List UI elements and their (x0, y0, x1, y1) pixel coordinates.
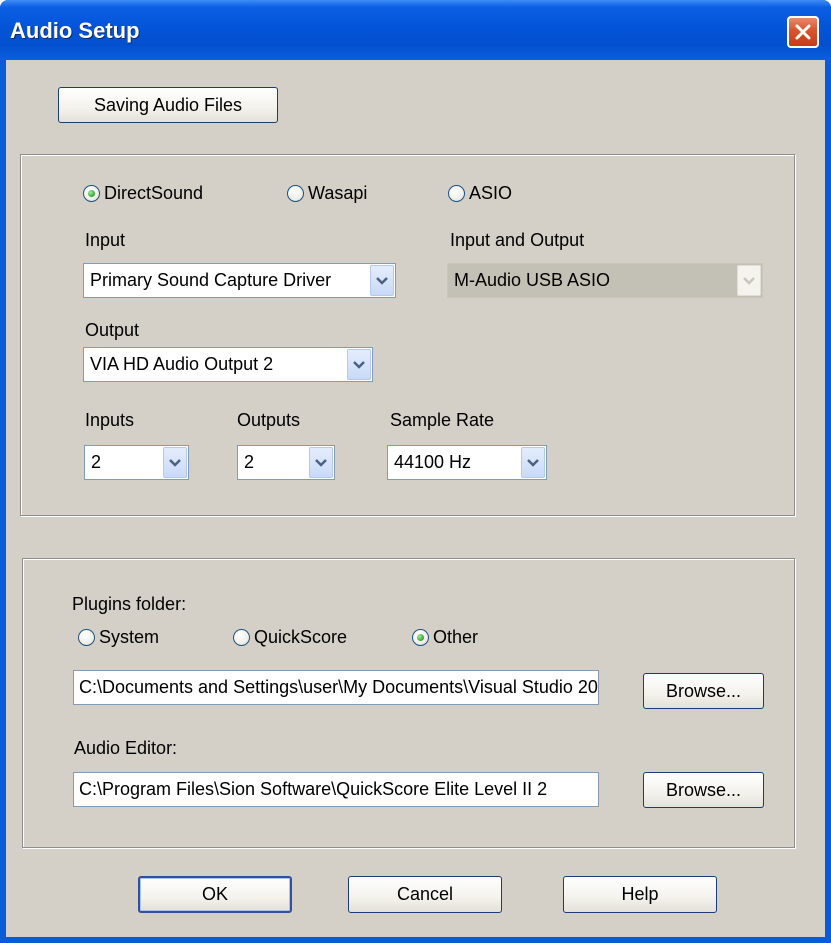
plugins-folder-label: Plugins folder: (72, 594, 187, 614)
radio-label: QuickScore (254, 627, 348, 647)
outputs-select[interactable]: 2 (237, 445, 335, 480)
radio-directsound[interactable]: DirectSound (83, 183, 203, 204)
close-icon (795, 24, 811, 40)
chevron-down-icon[interactable] (737, 265, 761, 296)
audio-editor-browse-button[interactable]: Browse... (643, 772, 764, 808)
radio-indicator (412, 629, 429, 646)
sample-rate-select[interactable]: 44100 Hz (387, 445, 547, 480)
input-select-value: Primary Sound Capture Driver (90, 270, 332, 290)
radio-indicator (448, 185, 465, 202)
dialog-body: Saving Audio Files DirectSound Wasapi AS… (6, 60, 825, 937)
inputs-select-value: 2 (91, 452, 102, 472)
radio-system[interactable]: System (78, 627, 159, 648)
radio-indicator (287, 185, 304, 202)
cancel-button[interactable]: Cancel (348, 876, 502, 913)
sample-rate-label: Sample Rate (390, 410, 495, 430)
radio-label: Other (433, 627, 479, 647)
chevron-down-icon[interactable] (521, 447, 545, 478)
output-label: Output (85, 320, 140, 340)
radio-other[interactable]: Other (412, 627, 478, 648)
input-select[interactable]: Primary Sound Capture Driver (83, 263, 396, 298)
radio-label: System (99, 627, 160, 647)
radio-label: Wasapi (308, 183, 368, 203)
radio-quickscore[interactable]: QuickScore (233, 627, 347, 648)
sample-rate-select-value: 44100 Hz (394, 452, 472, 472)
inputs-select[interactable]: 2 (84, 445, 189, 480)
audio-editor-label: Audio Editor: (74, 738, 178, 758)
chevron-down-icon[interactable] (370, 265, 394, 296)
io-label: Input and Output (450, 230, 585, 250)
outputs-select-value: 2 (244, 452, 255, 472)
title-bar[interactable]: Audio Setup (0, 0, 831, 60)
output-select[interactable]: VIA HD Audio Output 2 (83, 347, 373, 382)
saving-audio-files-button[interactable]: Saving Audio Files (58, 87, 278, 123)
audio-setup-window: Audio Setup Saving Audio Files DirectSou… (0, 0, 831, 943)
ok-button[interactable]: OK (138, 876, 292, 913)
close-button[interactable] (787, 16, 819, 48)
plugins-path-input[interactable]: C:\Documents and Settings\user\My Docume… (73, 670, 599, 705)
radio-label: ASIO (469, 183, 513, 203)
radio-indicator (233, 629, 250, 646)
help-button[interactable]: Help (563, 876, 717, 913)
chevron-down-icon[interactable] (309, 447, 333, 478)
inputs-label: Inputs (85, 410, 135, 430)
radio-indicator (83, 185, 100, 202)
output-select-value: VIA HD Audio Output 2 (90, 354, 274, 374)
chevron-down-icon[interactable] (347, 349, 371, 380)
radio-asio[interactable]: ASIO (448, 183, 512, 204)
radio-indicator (78, 629, 95, 646)
window-title: Audio Setup (10, 18, 140, 43)
radio-wasapi[interactable]: Wasapi (287, 183, 367, 204)
radio-label: DirectSound (104, 183, 204, 203)
outputs-label: Outputs (237, 410, 301, 430)
input-label: Input (85, 230, 126, 250)
chevron-down-icon[interactable] (163, 447, 187, 478)
plugins-browse-button[interactable]: Browse... (643, 673, 764, 709)
input-output-select[interactable]: M-Audio USB ASIO (447, 263, 763, 298)
audio-editor-path-input[interactable]: C:\Program Files\Sion Software\QuickScor… (73, 772, 599, 807)
io-select-value: M-Audio USB ASIO (454, 270, 611, 290)
